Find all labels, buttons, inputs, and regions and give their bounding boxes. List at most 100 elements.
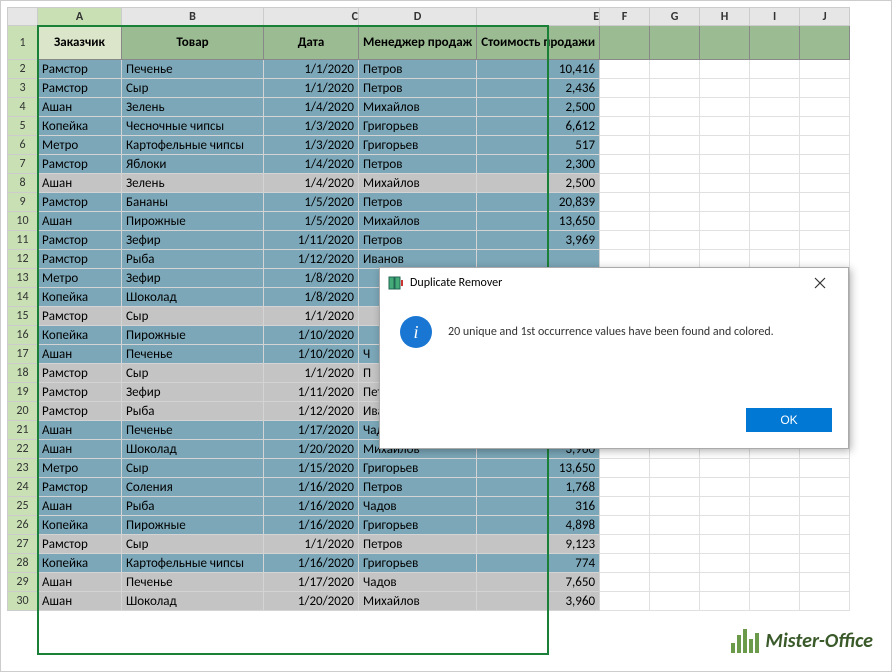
cell[interactable] bbox=[750, 573, 800, 592]
cell[interactable]: Чадов bbox=[359, 573, 477, 592]
cell[interactable] bbox=[750, 155, 800, 174]
cell[interactable] bbox=[650, 535, 700, 554]
cell[interactable]: Михайлов bbox=[359, 174, 477, 193]
cell[interactable] bbox=[600, 193, 650, 212]
cell[interactable]: 2,500 bbox=[477, 98, 600, 117]
cell[interactable] bbox=[700, 250, 750, 269]
cell[interactable] bbox=[650, 136, 700, 155]
cell[interactable] bbox=[750, 174, 800, 193]
row-header-29[interactable]: 29 bbox=[8, 573, 38, 592]
cell[interactable]: Рамстор bbox=[38, 402, 122, 421]
cell[interactable] bbox=[600, 231, 650, 250]
cell[interactable]: Ашан bbox=[38, 592, 122, 611]
cell[interactable] bbox=[700, 516, 750, 535]
cell[interactable] bbox=[750, 516, 800, 535]
cell[interactable] bbox=[700, 573, 750, 592]
cell[interactable] bbox=[800, 592, 850, 611]
cell[interactable]: Рамстор bbox=[38, 478, 122, 497]
cell[interactable]: Иванов bbox=[359, 250, 477, 269]
cell[interactable]: 9,123 bbox=[477, 535, 600, 554]
cell[interactable]: Чесночные чипсы bbox=[122, 117, 264, 136]
cell[interactable] bbox=[750, 117, 800, 136]
row-header-27[interactable]: 27 bbox=[8, 535, 38, 554]
cell[interactable] bbox=[650, 174, 700, 193]
cell[interactable]: 1/4/2020 bbox=[264, 98, 359, 117]
cell[interactable]: Пирожные bbox=[122, 212, 264, 231]
cell[interactable]: Ашан bbox=[38, 345, 122, 364]
cell[interactable] bbox=[750, 250, 800, 269]
cell[interactable] bbox=[650, 592, 700, 611]
cell[interactable]: Картофельные чипсы bbox=[122, 136, 264, 155]
table-header[interactable]: Товар bbox=[122, 26, 264, 60]
select-all-corner[interactable] bbox=[8, 8, 38, 26]
row-header-15[interactable]: 15 bbox=[8, 307, 38, 326]
cell[interactable] bbox=[650, 155, 700, 174]
cell[interactable]: 1/15/2020 bbox=[264, 459, 359, 478]
cell[interactable] bbox=[600, 573, 650, 592]
cell[interactable] bbox=[750, 79, 800, 98]
cell[interactable]: Рамстор bbox=[38, 250, 122, 269]
dialog-titlebar[interactable]: Duplicate Remover bbox=[380, 268, 848, 298]
cell[interactable] bbox=[650, 250, 700, 269]
cell[interactable] bbox=[750, 98, 800, 117]
cell[interactable]: Сыр bbox=[122, 364, 264, 383]
cell[interactable]: 1/12/2020 bbox=[264, 402, 359, 421]
cell[interactable]: Сыр bbox=[122, 79, 264, 98]
cell[interactable]: 13,650 bbox=[477, 212, 600, 231]
cell[interactable] bbox=[800, 535, 850, 554]
cell[interactable]: Метро bbox=[38, 269, 122, 288]
cell[interactable] bbox=[800, 174, 850, 193]
cell[interactable] bbox=[800, 212, 850, 231]
cell[interactable] bbox=[750, 136, 800, 155]
cell[interactable] bbox=[800, 573, 850, 592]
cell[interactable] bbox=[750, 193, 800, 212]
row-header-28[interactable]: 28 bbox=[8, 554, 38, 573]
cell[interactable]: Зелень bbox=[122, 174, 264, 193]
row-header-4[interactable]: 4 bbox=[8, 98, 38, 117]
cell[interactable]: Зефир bbox=[122, 383, 264, 402]
cell[interactable]: Рамстор bbox=[38, 364, 122, 383]
cell[interactable]: Чадов bbox=[359, 497, 477, 516]
cell[interactable] bbox=[700, 212, 750, 231]
cell[interactable]: 1/5/2020 bbox=[264, 212, 359, 231]
cell[interactable]: Рамстор bbox=[38, 193, 122, 212]
cell[interactable] bbox=[700, 117, 750, 136]
column-header-J[interactable]: J bbox=[800, 8, 850, 26]
cell[interactable] bbox=[600, 554, 650, 573]
cell[interactable] bbox=[750, 592, 800, 611]
cell[interactable]: Зелень bbox=[122, 98, 264, 117]
cell[interactable] bbox=[800, 516, 850, 535]
cell[interactable]: 6,612 bbox=[477, 117, 600, 136]
cell[interactable] bbox=[700, 193, 750, 212]
cell[interactable] bbox=[750, 497, 800, 516]
row-header-13[interactable]: 13 bbox=[8, 269, 38, 288]
cell[interactable]: Петров bbox=[359, 535, 477, 554]
cell[interactable]: 1/8/2020 bbox=[264, 288, 359, 307]
cell[interactable]: 1/17/2020 bbox=[264, 573, 359, 592]
cell[interactable] bbox=[650, 573, 700, 592]
cell[interactable]: Сыр bbox=[122, 459, 264, 478]
cell[interactable]: Бананы bbox=[122, 193, 264, 212]
row-header-17[interactable]: 17 bbox=[8, 345, 38, 364]
cell[interactable] bbox=[650, 60, 700, 79]
cell[interactable]: Пирожные bbox=[122, 326, 264, 345]
cell[interactable]: Рамстор bbox=[38, 307, 122, 326]
cell[interactable]: 1/20/2020 bbox=[264, 592, 359, 611]
row-header-20[interactable]: 20 bbox=[8, 402, 38, 421]
cell[interactable]: Петров bbox=[359, 193, 477, 212]
cell[interactable] bbox=[600, 26, 650, 60]
cell[interactable] bbox=[800, 478, 850, 497]
cell[interactable]: Григорьев bbox=[359, 136, 477, 155]
row-header-10[interactable]: 10 bbox=[8, 212, 38, 231]
cell[interactable]: 2,436 bbox=[477, 79, 600, 98]
cell[interactable]: Петров bbox=[359, 79, 477, 98]
cell[interactable] bbox=[750, 554, 800, 573]
cell[interactable]: Копейка bbox=[38, 554, 122, 573]
cell[interactable]: 1/10/2020 bbox=[264, 345, 359, 364]
cell[interactable] bbox=[800, 554, 850, 573]
cell[interactable] bbox=[600, 155, 650, 174]
row-header-9[interactable]: 9 bbox=[8, 193, 38, 212]
cell[interactable] bbox=[600, 212, 650, 231]
cell[interactable] bbox=[600, 459, 650, 478]
row-header-21[interactable]: 21 bbox=[8, 421, 38, 440]
